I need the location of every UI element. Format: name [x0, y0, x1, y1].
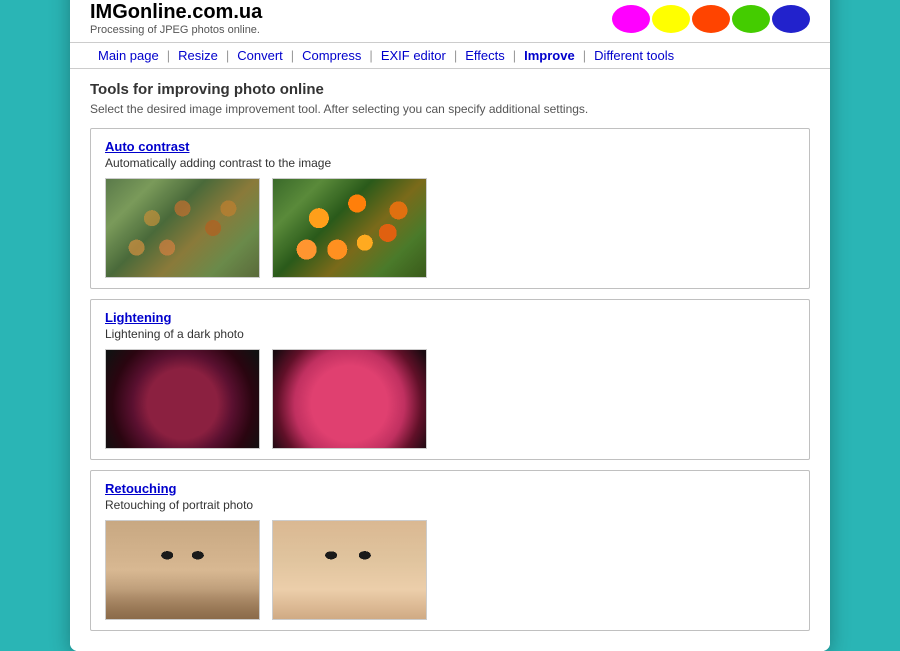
retouching-after-image: [272, 520, 427, 620]
lightening-before-image: [105, 349, 260, 449]
site-header: IMGonline.com.ua Processing of JPEG phot…: [70, 0, 830, 42]
nav-resize[interactable]: Resize: [170, 48, 226, 63]
site-subtitle: Processing of JPEG photos online.: [90, 24, 262, 36]
page-description: Select the desired image improvement too…: [90, 102, 810, 116]
lightening-link[interactable]: Lightening: [105, 310, 795, 325]
navigation: Main page | Resize | Convert | Compress …: [70, 42, 830, 69]
tool-card-auto-contrast: Auto contrast Automatically adding contr…: [90, 128, 810, 289]
retouching-desc: Retouching of portrait photo: [105, 498, 795, 512]
nav-convert[interactable]: Convert: [229, 48, 291, 63]
nav-effects[interactable]: Effects: [457, 48, 513, 63]
yellow-blob: [652, 5, 690, 33]
retouching-images: [105, 520, 795, 620]
retouching-before-image: [105, 520, 260, 620]
magenta-blob: [612, 5, 650, 33]
nav-compress[interactable]: Compress: [294, 48, 369, 63]
main-content: Tools for improving photo online Select …: [70, 69, 830, 651]
blue-blob: [772, 5, 810, 33]
tool-card-lightening: Lightening Lightening of a dark photo: [90, 299, 810, 460]
browser-window: IMGonline.com.ua Processing of JPEG phot…: [70, 0, 830, 651]
site-branding: IMGonline.com.ua Processing of JPEG phot…: [90, 1, 262, 36]
page-content: IMGonline.com.ua Processing of JPEG phot…: [70, 0, 830, 651]
retouching-link[interactable]: Retouching: [105, 481, 795, 496]
site-title: IMGonline.com.ua: [90, 1, 262, 24]
auto-contrast-desc: Automatically adding contrast to the ima…: [105, 156, 795, 170]
red-blob: [692, 5, 730, 33]
auto-contrast-link[interactable]: Auto contrast: [105, 139, 795, 154]
auto-contrast-after-image: [272, 178, 427, 278]
tool-card-retouching: Retouching Retouching of portrait photo: [90, 470, 810, 631]
green-blob: [732, 5, 770, 33]
page-heading: Tools for improving photo online: [90, 81, 810, 98]
nav-exif-editor[interactable]: EXIF editor: [373, 48, 454, 63]
auto-contrast-before-image: [105, 178, 260, 278]
color-blobs: [612, 5, 810, 33]
auto-contrast-images: [105, 178, 795, 278]
nav-different-tools[interactable]: Different tools: [586, 48, 682, 63]
nav-main-page[interactable]: Main page: [90, 48, 167, 63]
lightening-images: [105, 349, 795, 449]
nav-improve[interactable]: Improve: [516, 48, 583, 63]
lightening-after-image: [272, 349, 427, 449]
lightening-desc: Lightening of a dark photo: [105, 327, 795, 341]
